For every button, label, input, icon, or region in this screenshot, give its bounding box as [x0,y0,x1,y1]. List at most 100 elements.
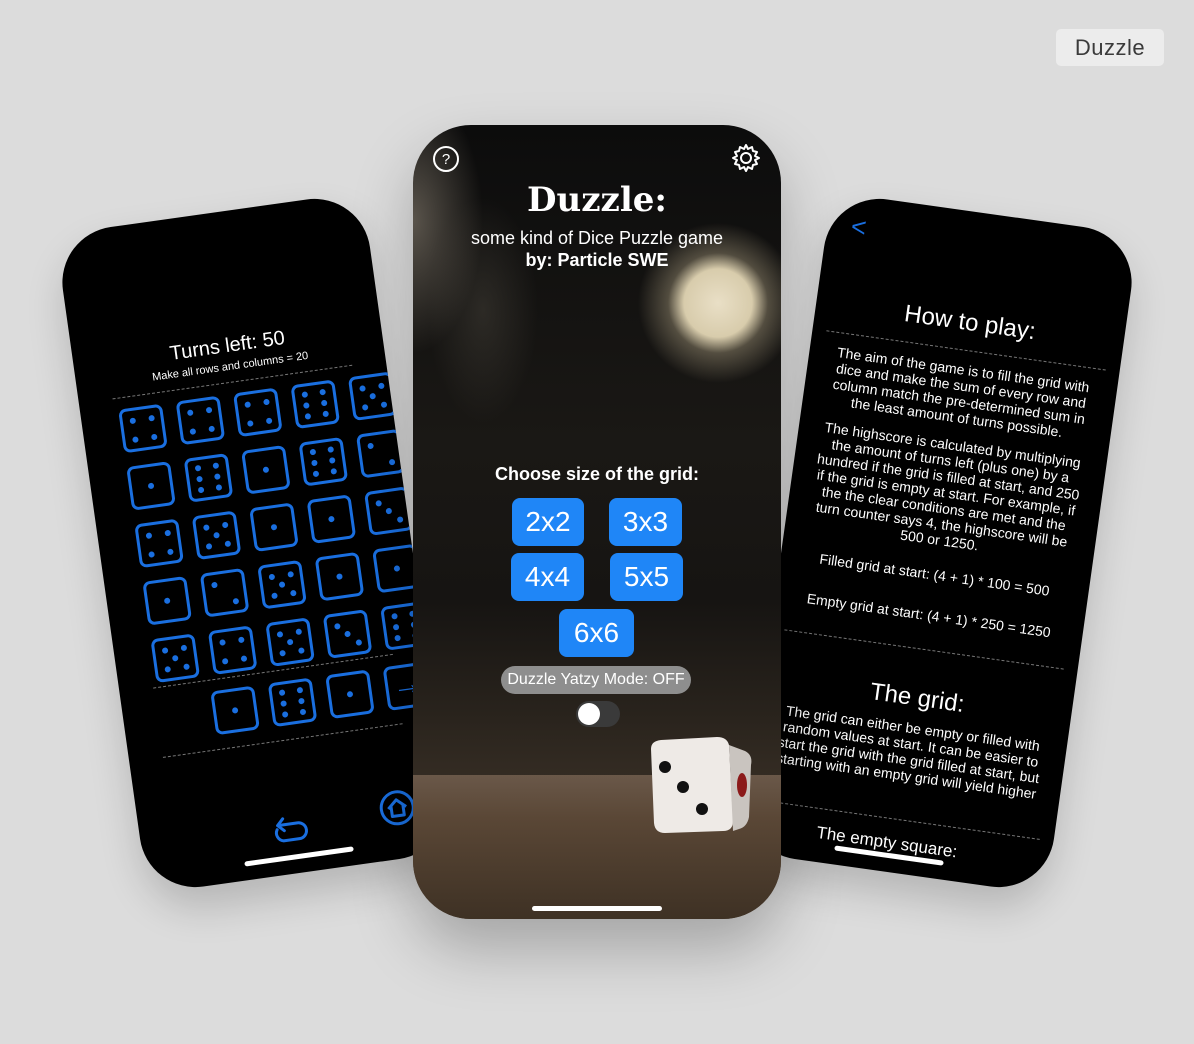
die-4[interactable] [207,625,258,675]
pip [194,465,202,472]
pip [188,427,196,435]
dice-photo [651,737,752,833]
pip [319,389,326,396]
pip [299,708,307,716]
pip [276,630,283,638]
pip [278,581,286,589]
pip [286,570,294,578]
die-5[interactable] [265,617,315,667]
size-5x5-button[interactable]: 5x5 [610,553,683,601]
choose-size-label: Choose size of the grid: [494,464,699,484]
die-6[interactable] [183,452,234,503]
pip [270,523,278,531]
pip [205,406,212,414]
pip [394,634,402,642]
die-2[interactable] [199,567,250,618]
app-title: Duzzle: [527,180,667,220]
app-subtitle: some kind of Dice Puzzle game [470,228,724,248]
size-3x3-button[interactable]: 3x3 [609,498,682,546]
yatzy-mode-toggle[interactable] [576,701,620,727]
die-6[interactable] [267,677,318,728]
pip [289,589,297,597]
pip [270,591,278,599]
pip [286,638,294,646]
pip [328,515,335,523]
pip [346,690,354,698]
die-5[interactable] [347,371,398,422]
pip [163,529,171,537]
pip [278,649,286,657]
pip [280,700,288,707]
die-2[interactable] [355,428,406,479]
pip [262,398,270,405]
die-3[interactable] [322,609,373,659]
pip [369,392,377,400]
pip [301,391,309,399]
pip [205,542,212,550]
game-screen-phone: Turns left: 50 Make all rows and columns… [55,191,455,895]
die-1[interactable] [314,551,365,602]
home-icon[interactable] [377,787,418,828]
pip [223,539,231,547]
die-5[interactable] [150,633,201,684]
pip [374,499,382,507]
size-2x2-button[interactable]: 2x2 [512,498,584,546]
die-1[interactable] [210,685,260,736]
how-to-play-phone: < How to play: The aim of the game is to… [739,191,1139,895]
pip [186,408,194,416]
pip [196,475,204,483]
die-6[interactable] [290,379,341,430]
die-6[interactable] [298,436,349,487]
pip [147,414,155,422]
app-name-badge: Duzzle [1056,29,1164,66]
pip [147,482,155,490]
pip [166,548,174,555]
die-1[interactable] [306,494,357,544]
size-4x4-button[interactable]: 4x4 [511,553,584,601]
pip [392,623,400,631]
help-icon[interactable]: ? [432,145,460,173]
pip [265,417,272,424]
size-6x6-button[interactable]: 6x6 [559,609,634,657]
home-indicator [532,906,662,911]
pip [322,410,329,417]
die-3[interactable] [364,486,414,536]
pip [281,710,289,718]
die-1[interactable] [241,444,291,495]
gear-icon[interactable] [731,143,761,173]
pip [131,435,139,443]
pip [210,581,218,589]
pip [388,458,395,466]
pip [237,636,245,643]
die-1[interactable] [126,461,176,511]
pip [207,425,215,432]
svg-text:?: ? [442,151,450,168]
pip [171,654,179,662]
pip [218,638,226,646]
die-5[interactable] [191,510,242,561]
pip [297,646,305,654]
die-1[interactable] [325,669,375,720]
pip [297,697,305,705]
die-4[interactable] [134,518,184,569]
die-1[interactable] [249,502,299,553]
die-4[interactable] [118,403,168,454]
empty-example: Empty grid at start: (4 + 1) * 250 = 125… [805,590,1052,641]
pip [161,646,168,654]
yatzy-mode-label: Duzzle Yatzy Mode: OFF [501,666,691,694]
undo-icon[interactable] [270,814,309,845]
pip [212,462,220,470]
die-4[interactable] [232,387,283,438]
home-indicator [244,846,354,867]
pip [303,402,311,409]
pip [213,531,220,539]
pip [358,384,366,392]
die-1[interactable] [142,575,193,626]
back-button[interactable]: < [849,211,868,244]
author-byline: by: Particle SWE [525,250,669,270]
die-5[interactable] [257,559,307,610]
die-4[interactable] [175,395,226,446]
pip [150,433,158,440]
dice-grid [118,371,430,684]
pip [380,400,387,408]
